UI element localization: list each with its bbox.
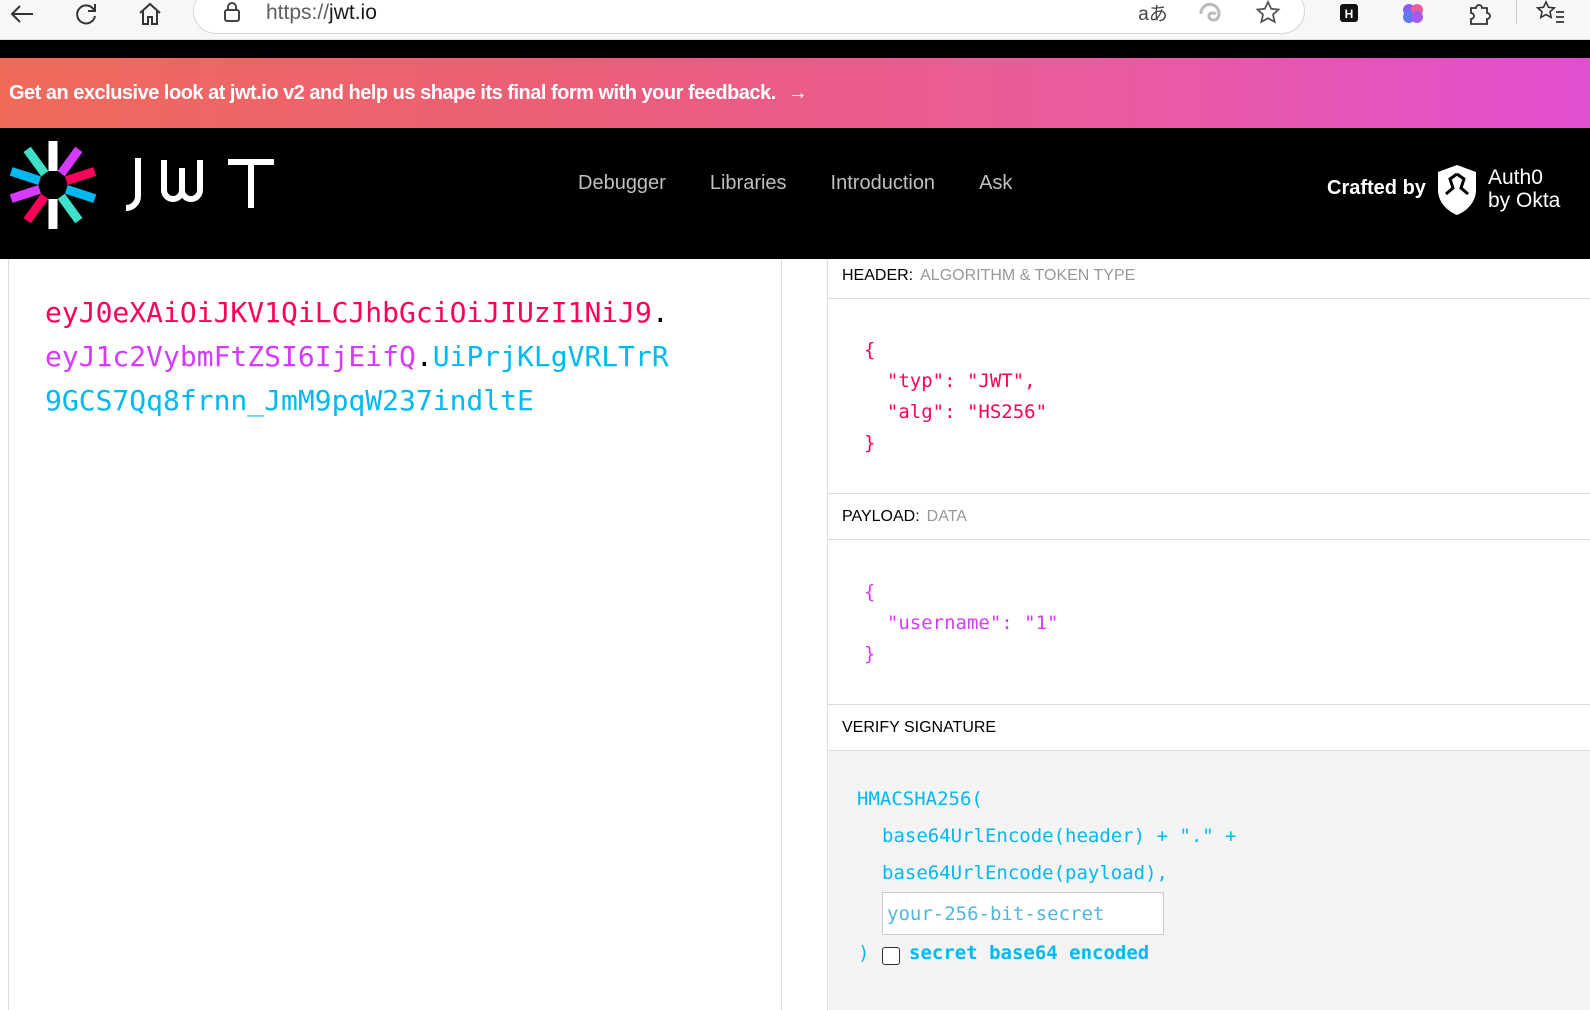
translate-icon[interactable]: aあ: [1136, 0, 1170, 25]
home-button[interactable]: [130, 0, 170, 28]
payload-section-title: PAYLOAD: DATA: [828, 494, 1590, 540]
base64-encoded-label[interactable]: secret base64 encoded: [909, 942, 1149, 964]
edge-icon[interactable]: [1196, 0, 1224, 25]
encode-header-line: base64UrlEncode(header) + "." +: [882, 825, 1237, 847]
svg-text:H: H: [1345, 7, 1354, 21]
payload-json-editor[interactable]: { "username": "1" }: [864, 577, 1058, 670]
favorite-star-icon[interactable]: [1254, 0, 1282, 25]
banner-arrow-icon[interactable]: →: [788, 82, 808, 105]
hmac-function: HMACSHA256(: [857, 788, 983, 810]
nav-debugger[interactable]: Debugger: [578, 172, 666, 195]
nav-ask[interactable]: Ask: [979, 172, 1012, 195]
extension-h-icon[interactable]: H: [1334, 0, 1364, 26]
token-dot: .: [651, 296, 669, 329]
decoded-panel: HEADER: ALGORITHM & TOKEN TYPE { "typ": …: [827, 259, 1590, 1010]
token-dot: .: [415, 340, 433, 373]
site-header: Debugger Libraries Introduction Ask Craf…: [0, 128, 1590, 259]
payload-subtitle: DATA: [926, 507, 967, 525]
url-host: jwt.io: [329, 1, 377, 24]
header-subtitle: ALGORITHM & TOKEN TYPE: [920, 266, 1136, 284]
header-title: HEADER:: [842, 266, 914, 284]
close-paren: ): [858, 942, 870, 964]
nav-libraries[interactable]: Libraries: [710, 172, 787, 195]
auth0-by-okta[interactable]: Auth0 by Okta: [1488, 166, 1560, 212]
encoded-token[interactable]: eyJ0eXAiOiJKV1QiLCJhbGciOiJIUzI1NiJ9.eyJ…: [45, 291, 685, 423]
home-icon: [139, 2, 161, 25]
toolbar-divider: [1516, 0, 1517, 24]
auth0-line2: by Okta: [1488, 189, 1561, 212]
reload-button[interactable]: [66, 0, 106, 28]
verify-signature-body: HMACSHA256( base64UrlEncode(header) + ".…: [828, 751, 1590, 1010]
header-json-editor[interactable]: { "typ": "JWT", "alg": "HS256" }: [864, 335, 1047, 459]
address-bar[interactable]: https://jwt.io aあ: [193, 0, 1305, 34]
nav-introduction[interactable]: Introduction: [831, 172, 936, 195]
browser-toolbar: https://jwt.io aあ H: [0, 0, 1590, 40]
token-payload-part[interactable]: eyJ1c2VybmFtZSI6IjEifQ: [45, 340, 416, 373]
auth0-shield-icon[interactable]: [1436, 164, 1478, 216]
back-button[interactable]: [2, 0, 42, 28]
verify-section-title: VERIFY SIGNATURE: [828, 705, 1590, 751]
url-scheme: https://: [266, 1, 330, 24]
base64-encoded-checkbox[interactable]: [882, 947, 900, 965]
verify-title: VERIFY SIGNATURE: [842, 718, 997, 736]
jwt-logo-icon[interactable]: [8, 140, 98, 230]
main-nav: Debugger Libraries Introduction Ask: [578, 172, 1056, 195]
favorites-list-icon[interactable]: [1536, 0, 1566, 26]
url-text: https://jwt.io: [266, 1, 377, 25]
crafted-by-label: Crafted by: [1327, 177, 1426, 199]
top-strip: [0, 40, 1590, 58]
extensions-puzzle-icon[interactable]: [1464, 0, 1494, 26]
auth0-line1: Auth0: [1488, 166, 1543, 189]
back-arrow-icon: [10, 5, 33, 23]
reload-icon: [76, 4, 96, 25]
jwt-wordmark-icon[interactable]: [124, 156, 276, 212]
payload-title: PAYLOAD:: [842, 507, 920, 525]
brain-extension-icon[interactable]: [1398, 0, 1428, 26]
feedback-banner[interactable]: Get an exclusive look at jwt.io v2 and h…: [0, 58, 1590, 128]
encoded-panel[interactable]: eyJ0eXAiOiJKV1QiLCJhbGciOiJIUzI1NiJ9.eyJ…: [8, 259, 782, 1010]
secret-input[interactable]: [882, 892, 1164, 935]
banner-text[interactable]: Get an exclusive look at jwt.io v2 and h…: [9, 82, 776, 105]
lock-icon[interactable]: [218, 0, 246, 25]
encode-payload-line: base64UrlEncode(payload),: [882, 862, 1168, 884]
header-section-title: HEADER: ALGORITHM & TOKEN TYPE: [828, 253, 1590, 299]
token-header-part[interactable]: eyJ0eXAiOiJKV1QiLCJhbGciOiJIUzI1NiJ9: [45, 296, 652, 329]
